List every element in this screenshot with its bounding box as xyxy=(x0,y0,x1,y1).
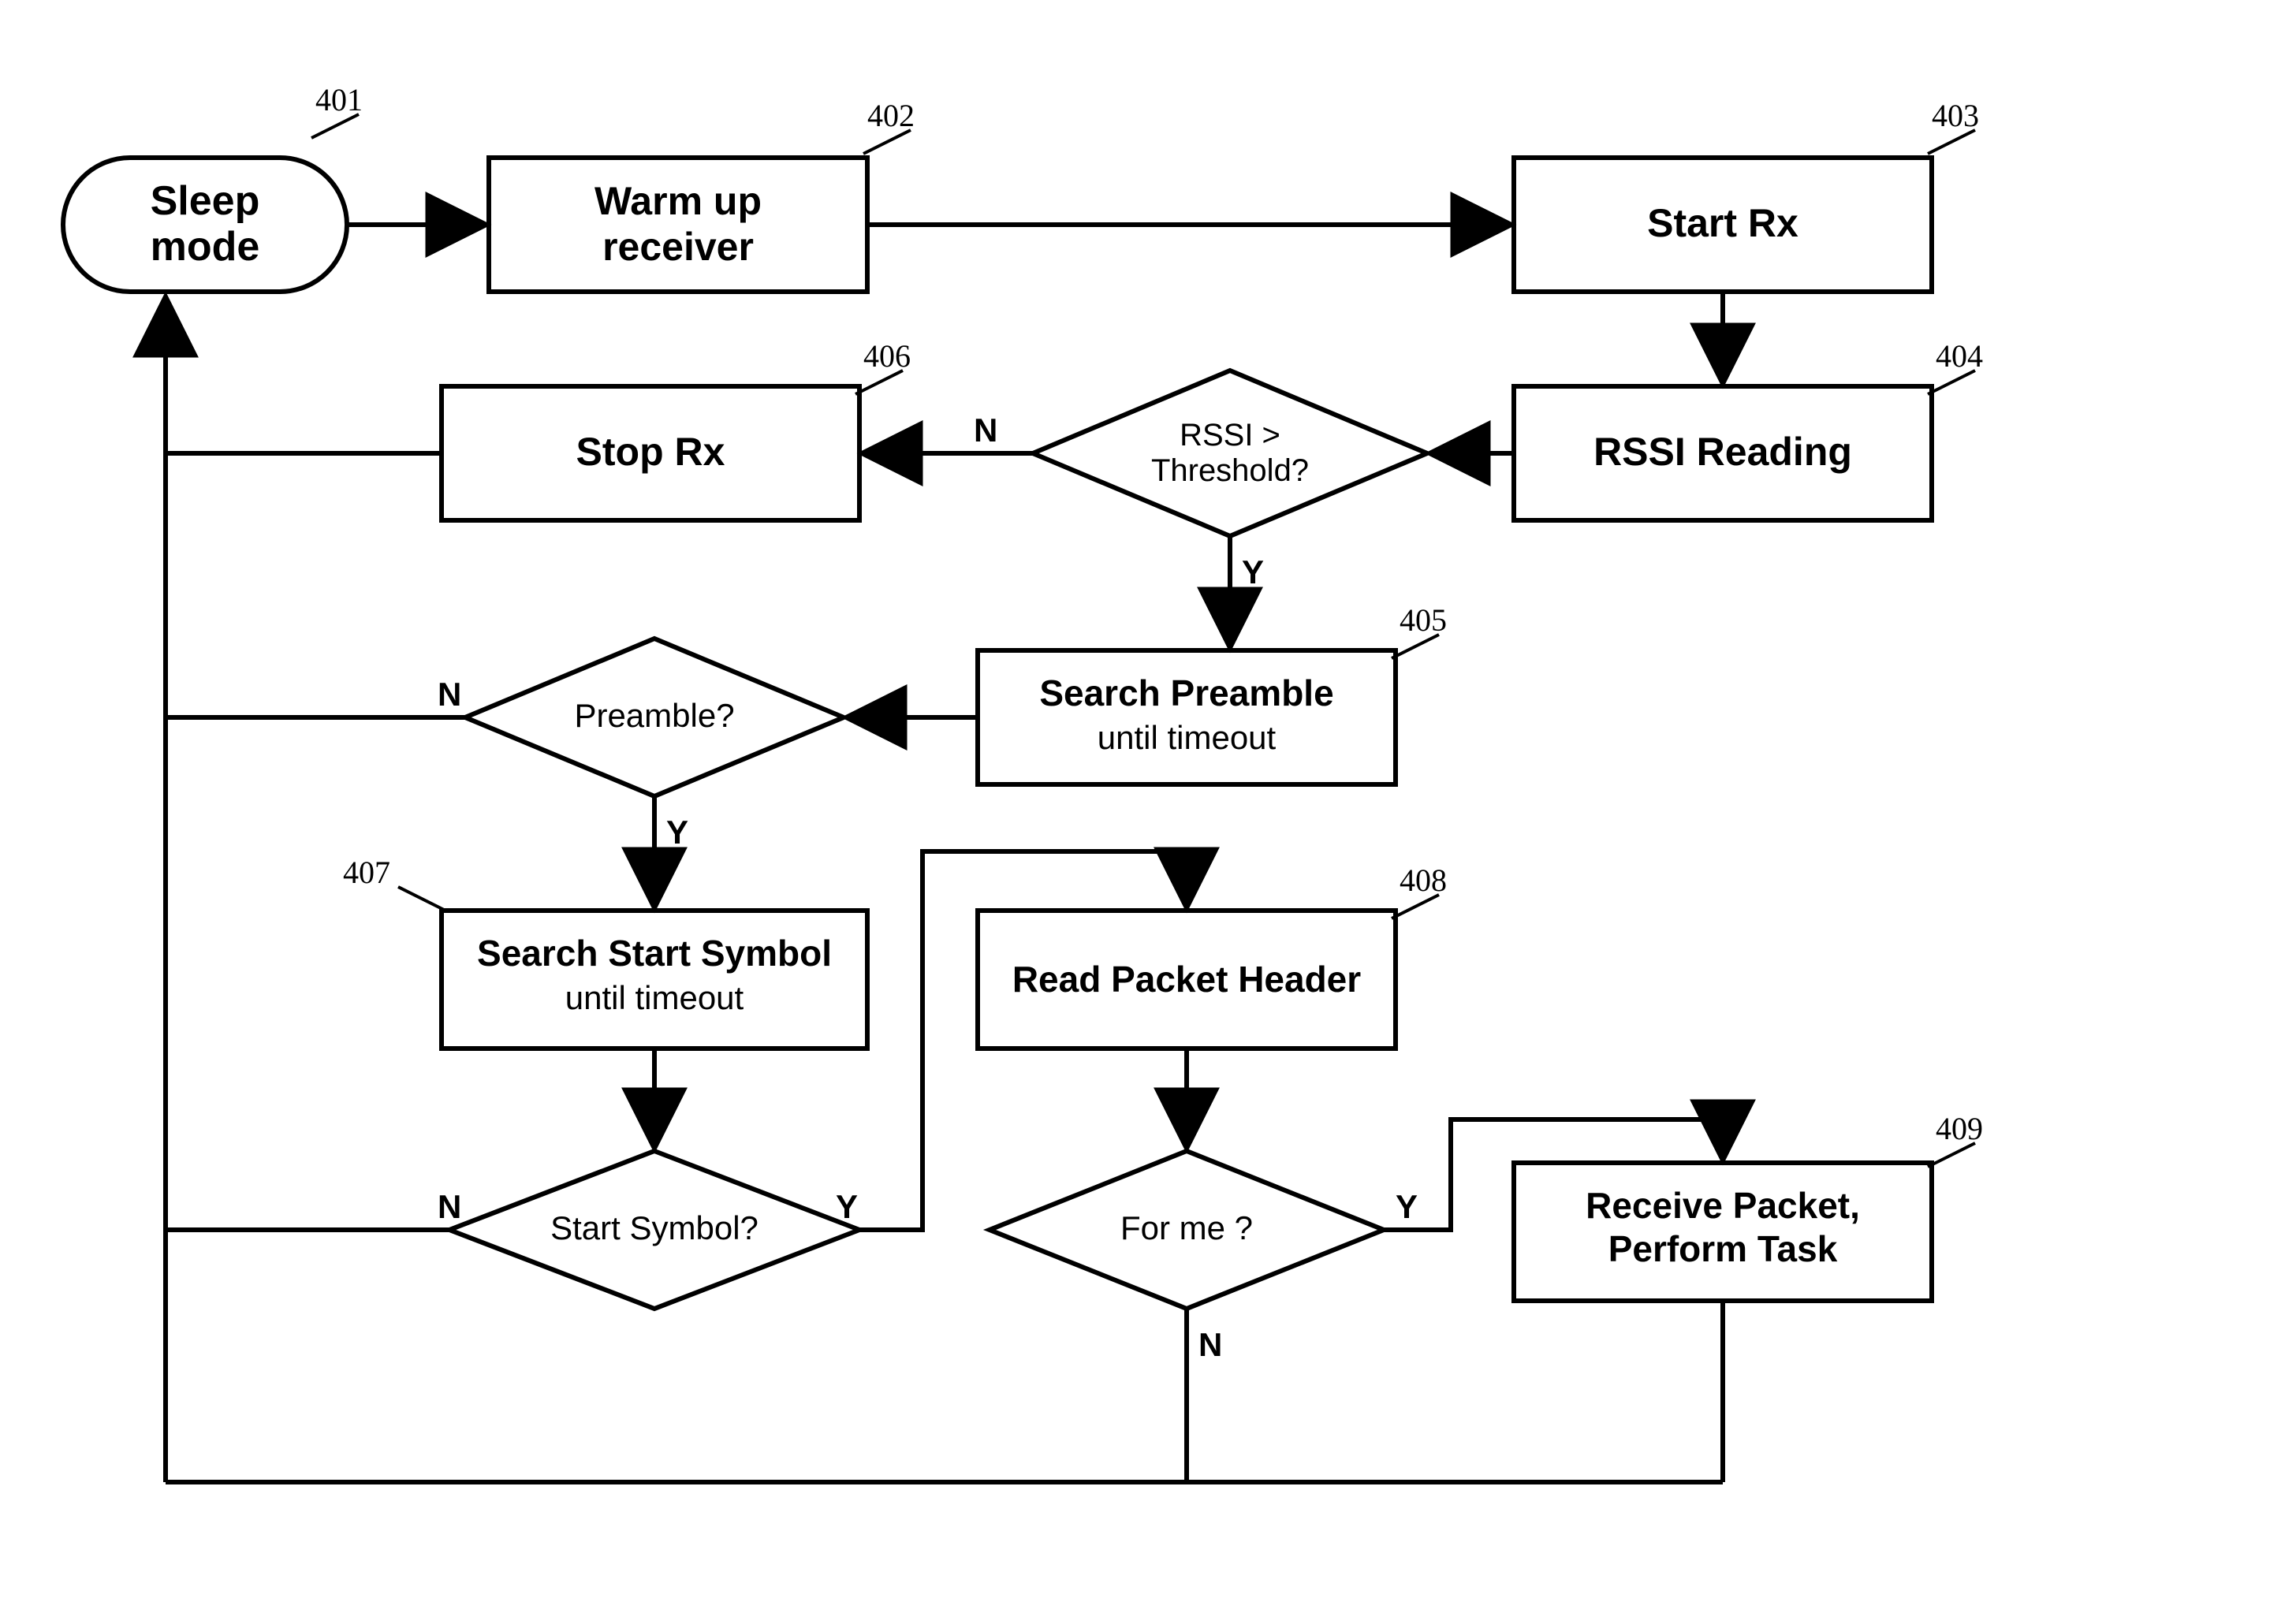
ref-401: 401 xyxy=(315,82,363,117)
node-warm-up-receiver: Warm up receiver 402 xyxy=(489,98,915,292)
decision-rssi-threshold: RSSI > Threshold? xyxy=(1033,371,1427,536)
text: Threshold? xyxy=(1151,453,1309,488)
ref-406: 406 xyxy=(863,338,911,374)
text: Start Rx xyxy=(1647,201,1798,245)
text: Receive Packet, xyxy=(1586,1185,1860,1226)
node-search-start-symbol: Search Start Symbol until timeout 407 xyxy=(343,855,867,1049)
text: Stop Rx xyxy=(576,430,725,474)
ref-405: 405 xyxy=(1400,602,1447,638)
ref-408: 408 xyxy=(1400,862,1447,898)
label-n: N xyxy=(974,412,997,449)
ref-407: 407 xyxy=(343,855,390,890)
label-n: N xyxy=(438,1188,461,1225)
text: Warm up xyxy=(594,179,762,223)
text: Sleep xyxy=(151,178,260,224)
flowchart: Sleep mode 401 Warm up receiver 402 Star… xyxy=(0,0,2296,1598)
label-y: Y xyxy=(836,1188,858,1225)
node-search-preamble: Search Preamble until timeout 405 xyxy=(978,602,1447,784)
text: Read Packet Header xyxy=(1012,959,1361,1000)
node-read-packet-header: Read Packet Header 408 xyxy=(978,862,1447,1049)
text: Perform Task xyxy=(1608,1228,1838,1269)
text: mode xyxy=(151,224,260,270)
text: RSSI > xyxy=(1180,418,1280,453)
decision-for-me: For me ? xyxy=(990,1151,1384,1309)
ref-403: 403 xyxy=(1932,98,1979,133)
node-receive-packet: Receive Packet, Perform Task 409 xyxy=(1514,1111,1983,1301)
ref-409: 409 xyxy=(1936,1111,1983,1146)
label-n: N xyxy=(438,676,461,713)
decision-start-symbol: Start Symbol? xyxy=(449,1151,859,1309)
text: until timeout xyxy=(565,979,744,1016)
ref-402: 402 xyxy=(867,98,915,133)
label-y: Y xyxy=(666,814,688,851)
label-y: Y xyxy=(1242,553,1264,590)
text: Preamble? xyxy=(574,697,734,734)
text: Start Symbol? xyxy=(550,1209,758,1246)
node-sleep-mode: Sleep mode 401 xyxy=(63,82,363,292)
ref-404: 404 xyxy=(1936,338,1983,374)
text: Search Start Symbol xyxy=(477,933,832,974)
text: until timeout xyxy=(1098,719,1277,756)
decision-preamble: Preamble? xyxy=(465,639,844,796)
text: RSSI Reading xyxy=(1593,430,1852,474)
node-start-rx: Start Rx 403 xyxy=(1514,98,1979,292)
label-n: N xyxy=(1198,1326,1222,1363)
text: For me ? xyxy=(1120,1209,1253,1246)
node-rssi-reading: RSSI Reading 404 xyxy=(1514,338,1983,520)
text: Search Preamble xyxy=(1039,672,1333,713)
node-stop-rx: Stop Rx 406 xyxy=(442,338,911,520)
text: receiver xyxy=(602,225,754,269)
label-y: Y xyxy=(1396,1188,1418,1225)
